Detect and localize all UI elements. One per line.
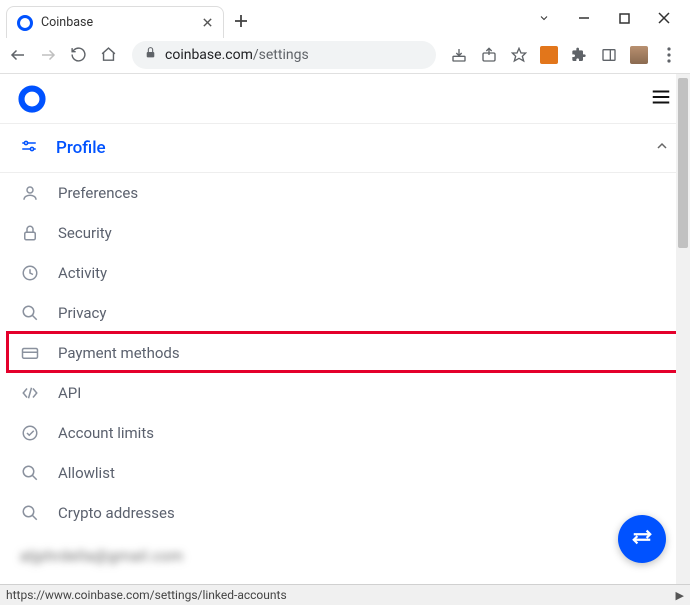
hamburger-menu-icon[interactable]	[650, 86, 672, 112]
lock-icon	[20, 223, 40, 243]
menu-item-label: Allowlist	[58, 464, 115, 482]
tab-title: Coinbase	[41, 15, 194, 30]
reload-icon[interactable]	[68, 45, 88, 65]
chevron-up-icon	[654, 138, 670, 159]
close-window-icon[interactable]	[656, 10, 672, 26]
new-tab-icon[interactable]	[234, 12, 248, 33]
code-icon	[20, 383, 40, 403]
page-content: Profile Preferences Security Activity Pr…	[0, 74, 690, 605]
url-text: coinbase.com/settings	[165, 47, 309, 63]
lock-icon	[144, 46, 157, 63]
credit-card-icon	[20, 343, 40, 363]
coinbase-favicon-icon	[17, 15, 33, 31]
share-icon[interactable]	[480, 46, 498, 64]
metamask-extension-icon[interactable]	[540, 46, 558, 64]
app-header	[0, 74, 690, 124]
menu-item-label: Security	[58, 224, 112, 242]
status-url: https://www.coinbase.com/settings/linked…	[6, 588, 287, 602]
forward-icon[interactable]	[38, 45, 58, 65]
menu-item-label: Crypto addresses	[58, 504, 175, 522]
menu-item-privacy[interactable]: Privacy	[0, 293, 690, 333]
menu-item-crypto-addresses[interactable]: Crypto addresses	[0, 493, 690, 533]
blurred-email: aljphrdella@gmail.com	[20, 547, 183, 565]
extension-icon[interactable]	[630, 46, 648, 64]
address-bar[interactable]: coinbase.com/settings	[132, 41, 436, 69]
swap-icon	[631, 526, 653, 552]
tab-strip: Coinbase	[6, 6, 248, 38]
magnifier-icon	[20, 463, 40, 483]
menu-item-label: API	[58, 384, 81, 402]
swap-fab-button[interactable]	[618, 515, 666, 563]
menu-item-preferences[interactable]: Preferences	[0, 173, 690, 213]
menu-item-label: Payment methods	[58, 344, 180, 362]
home-icon[interactable]	[98, 45, 118, 65]
back-icon[interactable]	[8, 45, 28, 65]
minimize-icon[interactable]	[576, 10, 592, 26]
menu-item-label: Preferences	[58, 184, 138, 202]
maximize-icon[interactable]	[616, 10, 632, 26]
check-circle-icon	[20, 423, 40, 443]
menu-item-label: Activity	[58, 264, 107, 282]
section-header-profile[interactable]: Profile	[0, 124, 690, 172]
menu-item-payment-methods[interactable]: Payment methods	[0, 333, 690, 373]
menu-item-account-limits[interactable]: Account limits	[0, 413, 690, 453]
coinbase-logo-icon[interactable]	[18, 85, 46, 113]
blurred-email-row: aljphrdella@gmail.com	[0, 541, 690, 571]
menu-item-label: Privacy	[58, 304, 106, 322]
section-title: Profile	[56, 138, 106, 158]
browser-status-bar: https://www.coinbase.com/settings/linked…	[0, 584, 690, 605]
settings-menu: Preferences Security Activity Privacy Pa…	[0, 173, 690, 533]
browser-toolbar: coinbase.com/settings	[0, 36, 690, 74]
extension-icons	[450, 46, 682, 64]
menu-item-api[interactable]: API	[0, 373, 690, 413]
person-icon	[20, 183, 40, 203]
menu-item-allowlist[interactable]: Allowlist	[0, 453, 690, 493]
scroll-right-icon[interactable]: ▶	[676, 589, 684, 602]
magnifier-icon	[20, 503, 40, 523]
extensions-puzzle-icon[interactable]	[570, 46, 588, 64]
scrollbar-thumb[interactable]	[678, 78, 688, 248]
magnifier-icon	[20, 303, 40, 323]
browser-tab-active[interactable]: Coinbase	[6, 6, 224, 38]
sliders-icon	[20, 137, 38, 160]
menu-item-label: Account limits	[58, 424, 154, 442]
menu-item-activity[interactable]: Activity	[0, 253, 690, 293]
menu-item-security[interactable]: Security	[0, 213, 690, 253]
chevron-down-icon[interactable]	[536, 10, 552, 26]
sidepanel-icon[interactable]	[600, 46, 618, 64]
clock-icon	[20, 263, 40, 283]
star-icon[interactable]	[510, 46, 528, 64]
kebab-menu-icon[interactable]	[660, 46, 678, 64]
install-icon[interactable]	[450, 46, 468, 64]
close-tab-icon[interactable]	[202, 14, 213, 32]
vertical-scrollbar[interactable]	[676, 74, 690, 584]
